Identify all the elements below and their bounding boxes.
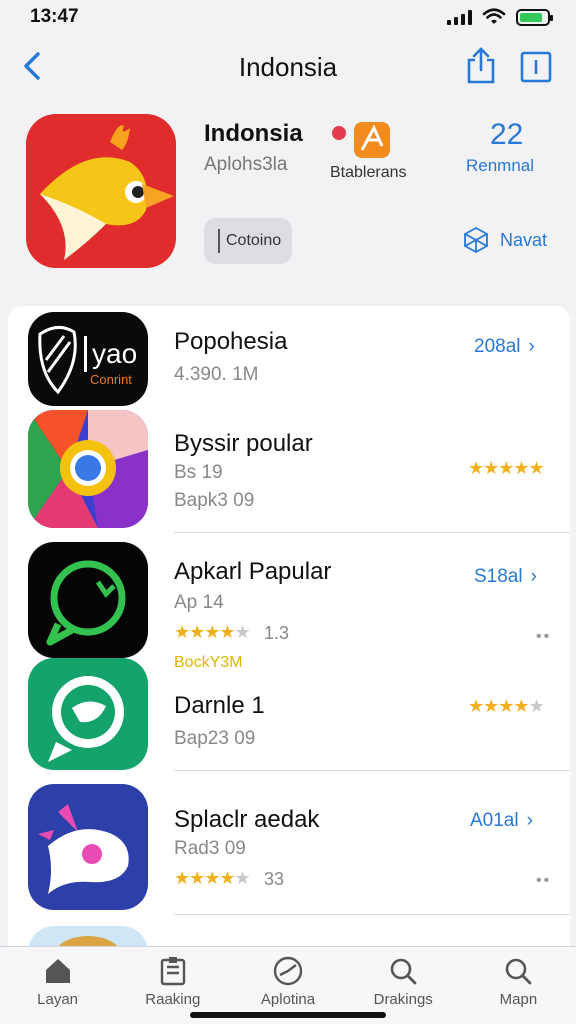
star-rating: ★★★★★	[174, 622, 251, 642]
nav-bar: Indonsia	[0, 34, 576, 100]
open-button-label: S18al	[474, 566, 523, 587]
list-item[interactable]: Byssir poular Bs 19 Bapk3 09 ★★★★★	[8, 410, 570, 534]
rating-count: 1.3	[264, 623, 290, 643]
battery-icon	[516, 8, 553, 26]
compass-icon	[273, 956, 303, 986]
app-subtitle: Aplohs3la	[204, 154, 288, 175]
back-chevron-icon[interactable]	[18, 48, 48, 84]
list-item-partial[interactable]	[8, 922, 570, 946]
chevron-right-icon: ›	[530, 566, 537, 587]
search-icon	[390, 958, 417, 985]
app-icon-bird[interactable]	[26, 114, 176, 268]
rank-label: Renmnal	[466, 156, 535, 175]
chevron-right-icon: ›	[528, 336, 535, 357]
list-item[interactable]: Darnle 1 Bap23 09 ★★★★★	[8, 658, 570, 778]
open-button[interactable]: 208al ›	[474, 336, 535, 358]
tab-layan[interactable]: Layan	[0, 947, 115, 1024]
navigate-label: Navat	[500, 229, 548, 250]
cube-icon	[464, 226, 488, 254]
share-icon[interactable]	[464, 46, 498, 86]
app-icon-chat	[28, 542, 148, 658]
status-time: 13:47	[30, 6, 79, 27]
whatsapp-icon	[48, 676, 124, 762]
bird-icon	[40, 125, 174, 260]
tab-label: Drakings	[373, 991, 433, 1008]
list-item[interactable]: Splaclr aedak Rad3 09 ★★★★★ 33 A01al › •…	[8, 778, 570, 918]
list-item[interactable]: yao Conrint Popohesia 4.390. 1M 208al ›	[8, 306, 570, 410]
star-rating: ★★★★★	[468, 696, 545, 716]
app-icon-unicorn	[28, 784, 148, 910]
open-button[interactable]: A01al ›	[470, 810, 533, 832]
divider	[174, 532, 570, 533]
app-title: Apkarl Papular	[174, 558, 332, 585]
tab-label: Raaking	[145, 991, 201, 1008]
category-label: Btablerans	[330, 164, 407, 181]
app-subtitle: Bs 19	[174, 462, 223, 483]
home-icon	[45, 959, 70, 983]
bookmark-icon[interactable]	[518, 48, 554, 86]
category-icon	[354, 122, 390, 158]
list-item[interactable]: Apkarl Papular Ap 14 ★★★★★ 1.3 BockY3M S…	[8, 536, 570, 671]
ranking-icon	[160, 957, 185, 986]
divider	[174, 770, 570, 771]
unicorn-icon	[38, 804, 129, 894]
app-name: Indonsia	[204, 120, 303, 147]
app-icon-yao: yao Conrint	[28, 312, 148, 406]
app-subtitle-2: Bapk3 09	[174, 490, 255, 511]
divider	[174, 914, 570, 915]
signal-icon	[447, 9, 472, 25]
search-icon	[506, 958, 532, 985]
app-title: Popohesia	[174, 328, 288, 355]
app-header: Indonsia Aplohs3la Btablerans 22 Renmnal…	[0, 100, 576, 300]
get-button-bar-icon	[218, 229, 220, 253]
wifi-icon	[482, 8, 506, 24]
rank-number: 22	[490, 118, 524, 151]
chat-bubble-icon	[46, 560, 126, 646]
logo-text: yao	[92, 338, 138, 369]
open-button-label: 208al	[474, 336, 521, 357]
app-icon-chrome	[28, 410, 148, 528]
star-rating: ★★★★★	[468, 458, 545, 478]
home-indicator[interactable]	[190, 1012, 386, 1018]
get-button-label: Cotoino	[226, 232, 282, 249]
app-icon-whatsapp	[28, 658, 148, 770]
chrome-icon	[28, 410, 148, 528]
open-button[interactable]: S18al ›	[474, 566, 537, 588]
app-subtitle: Bap23 09	[174, 728, 256, 749]
status-bar: 13:47	[0, 0, 576, 34]
status-icons	[447, 8, 553, 26]
app-list: yao Conrint Popohesia 4.390. 1M 208al › …	[8, 306, 570, 946]
app-subtitle: 4.390. 1M	[174, 364, 259, 385]
star-rating: ★★★★★	[174, 868, 251, 888]
app-icon-partial	[28, 926, 148, 946]
tab-label: Mapn	[499, 991, 538, 1008]
more-dots-icon[interactable]: ••	[536, 628, 551, 646]
navigate-link[interactable]: Navat	[462, 226, 547, 254]
app-title: Splaclr aedak	[174, 806, 320, 833]
rating-count: 33	[264, 869, 285, 889]
tab-label: Layan	[37, 991, 79, 1008]
tab-label: Aplotina	[260, 991, 316, 1008]
get-button[interactable]: Cotoino	[204, 218, 292, 264]
open-button-label: A01al	[470, 810, 519, 831]
category-dot-icon	[332, 126, 346, 140]
tab-mapn[interactable]: Mapn	[461, 947, 576, 1024]
partial-app-icon	[58, 936, 118, 946]
app-title: Byssir poular	[174, 430, 313, 457]
logo-subtext: Conrint	[90, 372, 132, 387]
page-title: Indonsia	[238, 51, 338, 82]
app-subtitle: Rad3 09	[174, 838, 246, 859]
more-dots-icon[interactable]: ••	[536, 872, 551, 890]
app-title: Darnle 1	[174, 692, 265, 719]
chevron-right-icon: ›	[526, 810, 533, 831]
app-subtitle: Ap 14	[174, 592, 224, 613]
